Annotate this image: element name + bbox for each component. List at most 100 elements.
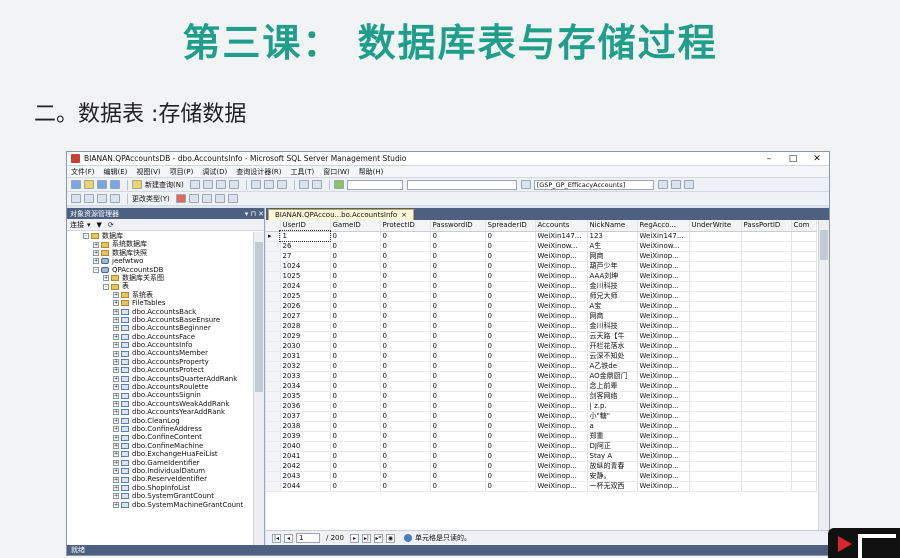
grid-cell[interactable]: Stay A — [587, 451, 638, 462]
grid-cell[interactable] — [791, 271, 817, 282]
row-header[interactable] — [266, 411, 281, 422]
grid-cell[interactable] — [791, 461, 817, 472]
tree-node[interactable]: + dbo.AccountsQuarterAddRank — [67, 375, 253, 383]
grid-cell[interactable]: 0 — [430, 261, 486, 272]
tree-node[interactable]: + dbo.IndividualDatum — [67, 467, 253, 475]
grid-cell[interactable]: 0 — [380, 461, 431, 472]
grid-cell[interactable]: A宝 — [587, 301, 638, 312]
tree-node[interactable]: + 系统表 — [67, 291, 253, 299]
expand-icon[interactable]: + — [113, 409, 119, 416]
close-icon[interactable]: ✕ — [805, 154, 829, 164]
expand-icon[interactable]: + — [113, 392, 119, 399]
grid-cell[interactable]: WeiXinop... — [637, 261, 690, 272]
grid-cell[interactable]: 金川科技 — [587, 281, 638, 292]
table-row[interactable]: 2036 0 0 0 0 WeiXinop... | z.p. WeiXinop... — [266, 401, 817, 412]
grid-cell[interactable] — [689, 401, 742, 412]
grid-cell[interactable]: 0 — [485, 371, 536, 382]
grid-cell[interactable]: 0 — [380, 271, 431, 282]
column-header[interactable]: ProtectID — [380, 220, 431, 232]
grid-cell[interactable]: WeiXinop... — [637, 411, 690, 422]
grid-cell[interactable]: 0 — [430, 401, 486, 412]
row-header[interactable] — [266, 281, 281, 292]
grid-cell[interactable] — [689, 281, 742, 292]
new-record-icon[interactable]: ▸* — [373, 533, 383, 543]
grid-cell[interactable]: 0 — [330, 241, 381, 252]
grid-cell[interactable]: 0 — [430, 311, 486, 322]
grid-cell[interactable]: 0 — [330, 401, 381, 412]
tree-node[interactable]: + dbo.SystemMachineGrantCount — [67, 501, 253, 509]
verify-sql-icon[interactable] — [188, 194, 199, 203]
grid-cell[interactable] — [689, 441, 742, 452]
menu-item[interactable]: 视图(V) — [136, 167, 160, 177]
grid-cell[interactable]: WeiXinop... — [535, 431, 588, 442]
grid-cell[interactable]: 0 — [380, 311, 431, 322]
table-row[interactable]: 2029 0 0 0 0 WeiXinop... 云天路【牛 WeiXinop... — [266, 331, 817, 342]
expand-icon[interactable]: + — [113, 484, 119, 491]
grid-cell[interactable]: 0 — [485, 411, 536, 422]
row-header[interactable] — [266, 461, 281, 472]
table-row[interactable]: 2034 0 0 0 0 WeiXinop... 念上前辈 WeiXinop... — [266, 381, 817, 392]
db-object-combo[interactable]: [GSP_GP_EfficacyAccounts] — [533, 179, 654, 190]
grid-cell[interactable]: WeiXinop... — [637, 471, 690, 482]
redo-icon[interactable] — [311, 180, 322, 189]
grid-cell[interactable]: 0 — [380, 341, 431, 352]
collapse-icon[interactable]: - — [103, 283, 109, 290]
show-criteria-icon[interactable] — [84, 194, 94, 203]
expand-icon[interactable]: + — [113, 459, 119, 466]
grid-cell[interactable] — [791, 261, 817, 272]
expand-icon[interactable]: + — [113, 434, 119, 441]
expand-icon[interactable]: + — [113, 308, 119, 315]
grid-cell[interactable]: 0 — [485, 421, 536, 432]
grid-cell[interactable] — [689, 471, 742, 482]
grid-cell[interactable]: 0 — [430, 321, 486, 332]
table-row[interactable]: 2039 0 0 0 0 WeiXinop... 郑重 WeiXinop... — [266, 431, 817, 442]
next-record-icon[interactable]: ▸ — [349, 533, 359, 543]
grid-cell[interactable] — [741, 391, 792, 402]
solution-config-combo[interactable] — [346, 179, 403, 190]
grid-cell[interactable]: 0 — [380, 371, 431, 382]
grid-cell[interactable] — [741, 241, 792, 252]
table-row[interactable]: 2027 0 0 0 0 WeiXinop... 网商 WeiXinop... — [266, 311, 817, 322]
grid-cell[interactable]: 0 — [430, 411, 486, 422]
table-row[interactable]: 26 0 0 0 0 WeiXinow... A生 WeiXinow... — [266, 241, 817, 252]
execute-sql-icon[interactable] — [175, 194, 186, 203]
grid-cell[interactable]: 2026 — [280, 301, 331, 312]
explorer-scroll-thumb[interactable] — [255, 242, 263, 392]
tab-accounts-info[interactable]: BIANAN.QPAccou...bo.AccountsInfo × — [268, 209, 415, 220]
grid-cell[interactable]: WeiXinop... — [535, 391, 588, 402]
grid-cell[interactable]: 0 — [430, 431, 486, 442]
column-header[interactable]: PassPortID — [741, 220, 792, 232]
table-row[interactable]: 2043 0 0 0 0 WeiXinop... 安静。 WeiXinop... — [266, 471, 817, 482]
open-file-icon[interactable] — [84, 180, 94, 189]
grid-cell[interactable]: 0 — [380, 481, 431, 492]
grid-cell[interactable] — [689, 251, 742, 262]
grid-cell[interactable] — [791, 311, 817, 322]
grid-cell[interactable]: 0 — [430, 351, 486, 362]
grid-cell[interactable] — [741, 461, 792, 472]
record-position-input[interactable]: 1 — [296, 533, 320, 543]
grid-scrollbar[interactable] — [818, 220, 829, 530]
grid-cell[interactable] — [791, 431, 817, 442]
grid-cell[interactable] — [689, 291, 742, 302]
grid-cell[interactable]: WeiXinop... — [535, 471, 588, 482]
grid-cell[interactable] — [791, 441, 817, 452]
grid-cell[interactable]: 0 — [380, 241, 431, 252]
grid-cell[interactable] — [689, 451, 742, 462]
grid-cell[interactable]: 0 — [430, 471, 486, 482]
table-row[interactable]: 1024 0 0 0 0 WeiXinop... 葫芦少年 WeiXinop... — [266, 261, 817, 272]
tree-node[interactable]: + dbo.AccountsProtect — [67, 366, 253, 374]
grid-cell[interactable]: 0 — [485, 251, 536, 262]
collapse-icon[interactable]: - — [93, 266, 99, 273]
grid-cell[interactable]: 0 — [485, 291, 536, 302]
grid-cell[interactable]: 2025 — [280, 291, 331, 302]
table-row[interactable]: 2040 0 0 0 0 WeiXinop... DJ阿正 WeiXinop... — [266, 441, 817, 452]
table-row[interactable]: ▸ 1 0 0 0 0 WeiXin147... 123 WeiXin147... — [266, 230, 817, 242]
grid-cell[interactable]: 0 — [380, 361, 431, 372]
grid-cell[interactable] — [689, 311, 742, 322]
grid-cell[interactable]: WeiXinop... — [637, 251, 690, 262]
grid-cell[interactable] — [791, 421, 817, 432]
grid-cell[interactable]: WeiXinop... — [535, 411, 588, 422]
grid-cell[interactable] — [689, 231, 742, 242]
tree-node[interactable]: + dbo.ReserveIdentifier — [67, 475, 253, 483]
grid-cell[interactable] — [689, 481, 742, 492]
